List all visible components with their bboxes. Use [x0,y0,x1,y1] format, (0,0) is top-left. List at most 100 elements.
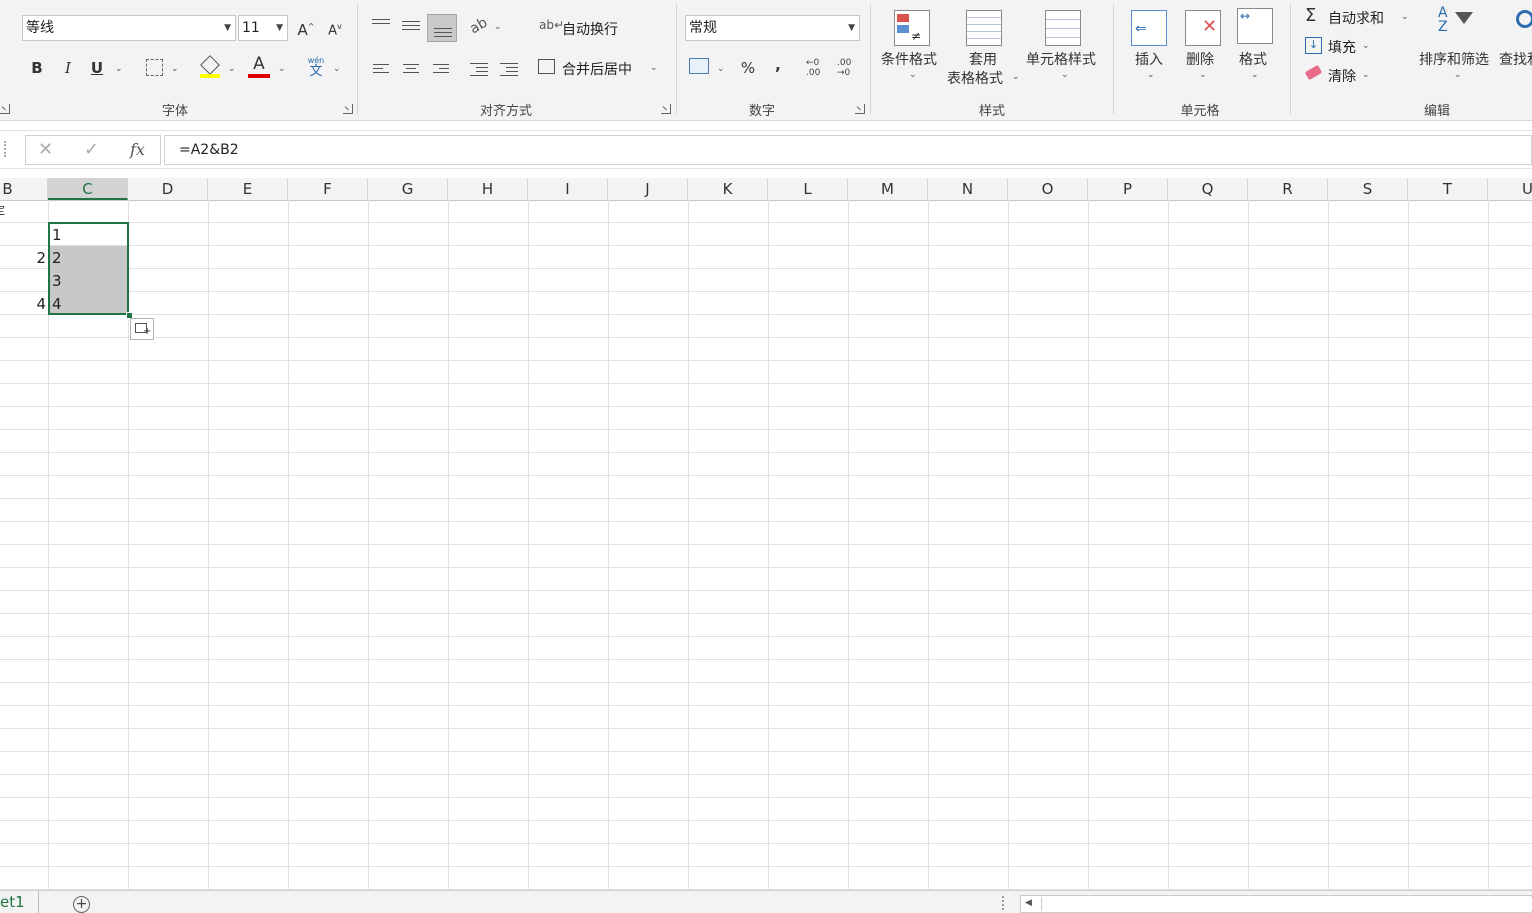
column-header-e[interactable]: E [208,178,288,200]
cell-styles-button[interactable]: 单元格样式 [1026,49,1096,69]
scroll-left-icon[interactable]: ◀ [1025,898,1032,908]
dialog-launcher-icon[interactable] [661,104,671,114]
font-name-combo[interactable]: 等线 ▼ [22,15,236,41]
insert-cells-icon[interactable]: ⇐ [1131,10,1167,46]
chevron-down-icon[interactable]: ⌄ [1061,70,1069,80]
grow-font-button[interactable]: A^ [296,14,316,43]
align-middle-icon[interactable] [402,18,420,33]
border-icon[interactable] [146,59,163,76]
autosum-button[interactable]: 自动求和 [1328,8,1384,28]
chevron-down-icon[interactable]: ⌄ [1012,72,1020,82]
formula-input[interactable]: =A2&B2 [164,135,1532,165]
column-header-n[interactable]: N [928,178,1008,200]
merge-center-icon[interactable] [538,59,555,74]
dialog-launcher-icon[interactable] [0,104,10,114]
column-header-c[interactable]: C [48,178,128,200]
search-icon[interactable] [1516,10,1532,28]
find-select-button[interactable]: 查找和 [1499,49,1532,69]
fill-down-icon[interactable]: ↓ [1305,37,1322,54]
scroll-thumb[interactable] [1041,897,1532,911]
dialog-launcher-icon[interactable] [343,104,353,114]
chevron-down-icon[interactable]: ⌄ [333,64,341,74]
sort-filter-icon[interactable]: AZ [1438,6,1448,34]
column-header-r[interactable]: R [1248,178,1328,200]
dialog-launcher-icon[interactable] [855,104,865,114]
column-header-o[interactable]: O [1008,178,1088,200]
add-sheet-button[interactable]: + [73,896,90,913]
phonetic-guide-icon[interactable]: wén 文 [305,56,327,80]
sheet-tab[interactable]: et1 [0,893,25,911]
comma-button[interactable]: , [769,52,787,78]
orientation-icon[interactable]: ab [467,15,490,38]
percent-button[interactable]: % [737,55,759,81]
column-header-q[interactable]: Q [1168,178,1248,200]
format-cells-icon[interactable]: ↔ [1237,8,1273,44]
chevron-down-icon[interactable]: ⌄ [650,63,658,73]
column-header-s[interactable]: S [1328,178,1408,200]
align-center-icon[interactable] [403,61,419,76]
number-format-combo[interactable]: 常规 ▼ [685,15,860,41]
italic-button[interactable]: I [57,55,79,81]
fill-color-icon[interactable] [200,55,220,78]
autosum-icon[interactable]: Σ [1305,5,1316,26]
increase-indent-icon[interactable] [500,60,518,79]
chevron-down-icon[interactable]: ⌄ [228,64,236,74]
chevron-down-icon[interactable]: ⌄ [1199,70,1207,80]
align-bottom-button[interactable] [427,14,457,42]
splitter-icon[interactable] [1002,896,1006,910]
fill-button[interactable]: 填充 [1328,37,1356,57]
eraser-icon[interactable] [1304,64,1323,81]
shrink-font-button[interactable]: Av [325,14,345,44]
column-header-j[interactable]: J [608,178,688,200]
enter-icon[interactable]: ✓ [84,139,99,160]
format-as-table-icon[interactable] [966,10,1002,46]
wrap-text-button[interactable]: 自动换行 [562,19,618,39]
format-button[interactable]: 格式 [1239,49,1267,69]
delete-cells-icon[interactable]: ✕ [1185,10,1221,46]
conditional-formatting-icon[interactable]: ≠ [894,10,930,46]
underline-button[interactable]: U [86,55,108,81]
chevron-down-icon[interactable]: ⌄ [1362,41,1370,51]
cell-b4[interactable]: 4 [0,293,46,315]
font-color-icon[interactable]: A [248,54,270,78]
column-header-d[interactable]: D [128,178,208,200]
increase-decimal-button[interactable]: ←0 .00 [806,58,820,78]
align-left-icon[interactable] [373,61,389,76]
chevron-down-icon[interactable]: ⌄ [171,64,179,74]
wrap-text-icon[interactable]: ab↵ [539,18,564,32]
flash-fill-options-button[interactable]: + [130,318,154,340]
chevron-down-icon[interactable]: ⌄ [717,64,725,74]
format-as-table-line2[interactable]: 表格格式 [947,68,1003,88]
column-header-b[interactable]: B [0,178,48,200]
cell-c4[interactable]: 4 [52,293,62,315]
clear-button[interactable]: 清除 [1328,66,1356,86]
conditional-formatting-button[interactable]: 条件格式 [881,49,937,69]
chevron-down-icon[interactable]: ⌄ [115,64,123,74]
column-header-l[interactable]: L [768,178,848,200]
column-header-f[interactable]: F [288,178,368,200]
chevron-down-icon[interactable]: ⌄ [494,22,502,32]
chevron-down-icon[interactable]: ⌄ [1362,70,1370,80]
align-right-icon[interactable] [433,61,449,76]
bold-button[interactable]: B [26,55,48,81]
insert-function-button[interactable]: fx [130,140,145,159]
chevron-down-icon[interactable]: ⌄ [909,70,917,80]
accounting-format-icon[interactable] [689,58,709,74]
column-header-g[interactable]: G [368,178,448,200]
format-as-table-line1[interactable]: 套用 [969,49,997,69]
column-header-p[interactable]: P [1088,178,1168,200]
chevron-down-icon[interactable]: ⌄ [1251,70,1259,80]
font-size-combo[interactable]: 11 ▼ [238,15,288,41]
cancel-icon[interactable]: ✕ [38,139,53,160]
chevron-down-icon[interactable]: ⌄ [1147,70,1155,80]
chevron-down-icon[interactable]: ⌄ [1401,12,1409,22]
cell-c3[interactable]: 3 [52,270,62,292]
horizontal-scrollbar[interactable]: ◀ [1020,895,1532,913]
worksheet-grid[interactable] [0,200,1532,890]
delete-button[interactable]: 删除 [1186,49,1214,69]
column-header-h[interactable]: H [448,178,528,200]
column-header-m[interactable]: M [848,178,928,200]
decrease-decimal-button[interactable]: .00 →0 [837,58,851,78]
merge-center-button[interactable]: 合并后居中 [562,59,632,79]
column-header-k[interactable]: K [688,178,768,200]
